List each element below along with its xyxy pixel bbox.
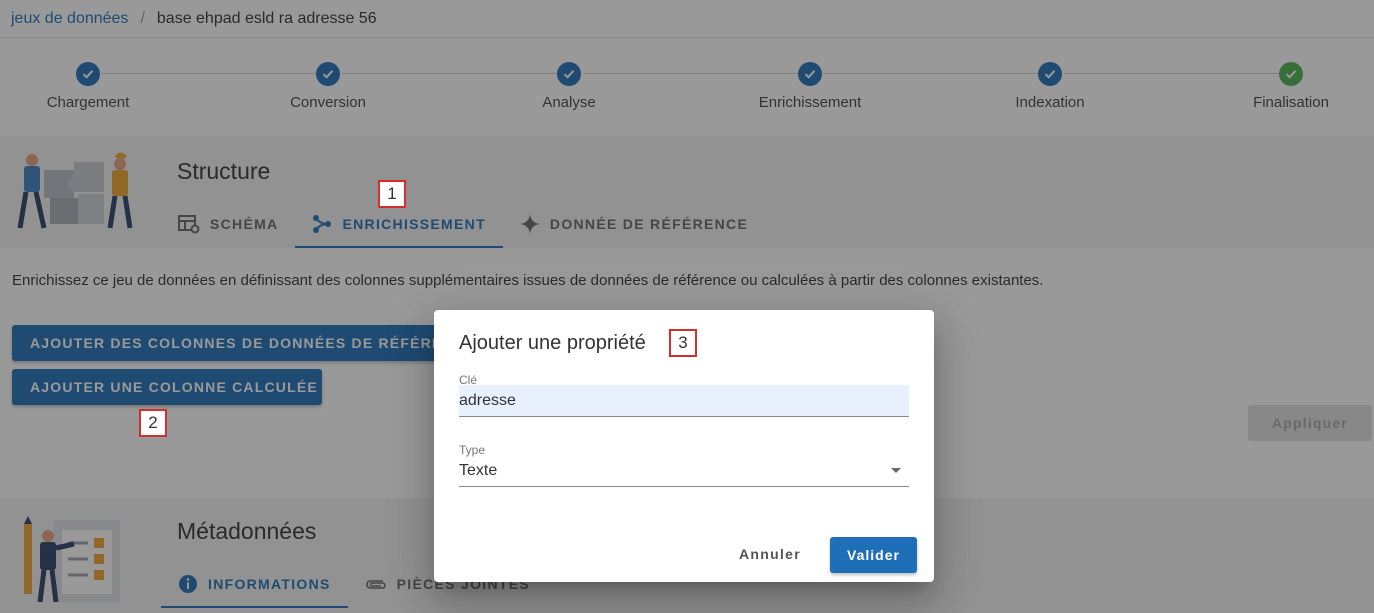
cancel-button[interactable]: Annuler	[739, 536, 801, 572]
dialog-title: Ajouter une propriété	[459, 332, 646, 354]
annotation-marker-3: 3	[669, 329, 697, 357]
annotation-marker-2: 2	[139, 409, 167, 437]
annotation-marker-1: 1	[378, 180, 406, 208]
add-property-dialog: Ajouter une propriété 3 Clé adresse Type…	[434, 310, 934, 582]
caret-down-icon	[891, 468, 901, 473]
key-input[interactable]: adresse	[459, 385, 909, 417]
type-select-value: Texte	[459, 461, 498, 479]
type-select[interactable]: Texte	[459, 455, 909, 487]
submit-button[interactable]: Valider	[830, 537, 917, 573]
